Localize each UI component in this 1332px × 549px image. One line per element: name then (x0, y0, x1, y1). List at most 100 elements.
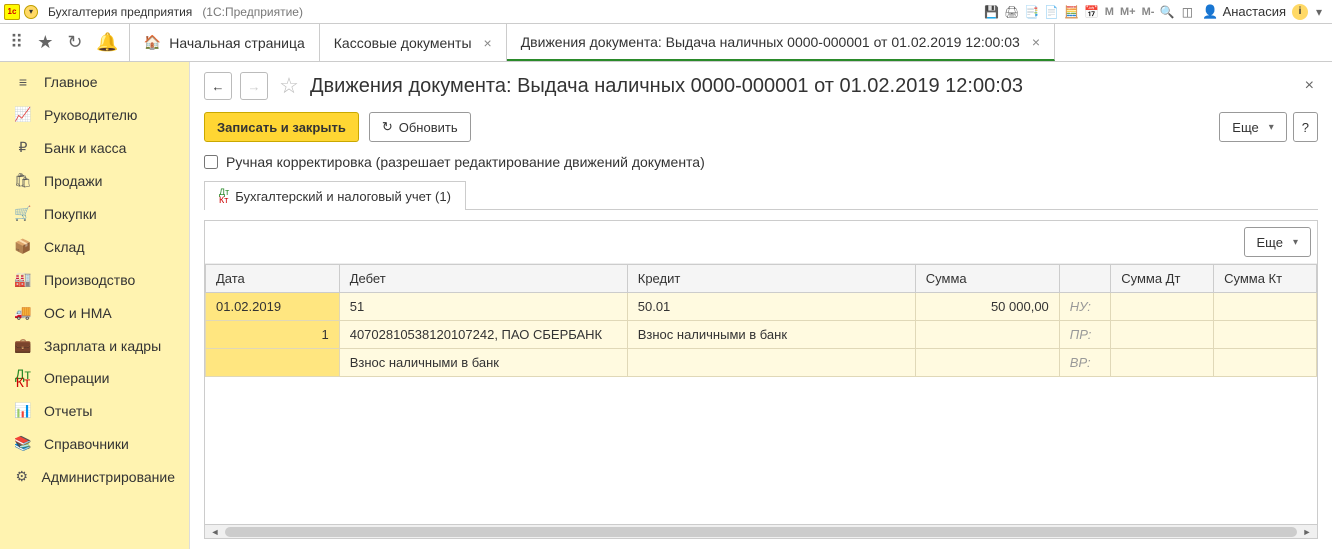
cell-label: ВР: (1059, 349, 1110, 377)
save-icon[interactable]: 💾 (983, 3, 1001, 21)
sidebar-item-operations[interactable]: ДтКтОперации (0, 362, 189, 394)
cell-label: ПР: (1059, 321, 1110, 349)
user-block[interactable]: 👤 Анастасия (1198, 4, 1290, 20)
col-sum-dt[interactable]: Сумма Дт (1111, 265, 1214, 293)
grid-more-button[interactable]: Еще (1244, 227, 1311, 257)
more-button[interactable]: Еще (1219, 112, 1286, 142)
cell-credit (627, 349, 915, 377)
document-icon[interactable]: 📄 (1043, 3, 1061, 21)
cell-sum-dt (1111, 349, 1214, 377)
apps-grid-icon[interactable]: ⠿ (10, 32, 23, 53)
cart-icon: 🛒 (14, 205, 32, 222)
sidebar-item-salary[interactable]: 💼Зарплата и кадры (0, 329, 189, 362)
sidebar: ≡Главное 📈Руководителю ₽Банк и касса 🛍Пр… (0, 62, 190, 549)
refresh-button[interactable]: ↻ Обновить (369, 112, 471, 142)
cell-debit: Взнос наличными в банк (339, 349, 627, 377)
tab-row: ⠿ ★ ↻ 🔔 🏠 Начальная страница Кассовые до… (0, 24, 1332, 62)
page-title: Движения документа: Выдача наличных 0000… (310, 75, 1023, 98)
close-page-button[interactable]: × (1301, 73, 1318, 99)
search-icon[interactable]: 🔍 (1158, 3, 1176, 21)
compare-icon[interactable]: 📑 (1023, 3, 1041, 21)
scroll-thumb[interactable] (225, 527, 1297, 537)
ruble-icon: ₽ (14, 139, 32, 156)
sidebar-item-label: Отчеты (44, 403, 92, 419)
memory-m[interactable]: M (1103, 6, 1116, 18)
table-header-row: Дата Дебет Кредит Сумма Сумма Дт Сумма К… (206, 265, 1317, 293)
manual-edit-checkbox[interactable] (204, 155, 218, 169)
forward-button[interactable]: → (240, 72, 268, 100)
user-icon: 👤 (1202, 4, 1218, 20)
star-icon[interactable]: ★ (37, 32, 53, 53)
info-icon[interactable]: i (1292, 4, 1308, 20)
dtkt-icon: ДтКт (219, 188, 229, 204)
app-menu-dropdown[interactable]: ▾ (24, 5, 38, 19)
grid-area: Еще Дата Дебет Кредит Сумма Сумма Дт Сум… (204, 220, 1318, 539)
sidebar-item-label: Администрирование (42, 469, 176, 485)
print-icon[interactable]: 🖨 (1003, 3, 1021, 21)
scroll-right-icon[interactable]: ► (1299, 525, 1315, 539)
sidebar-item-label: Покупки (44, 206, 97, 222)
cell-sum (915, 349, 1059, 377)
table-row[interactable]: 01.02.2019 51 50.01 50 000,00 НУ: (206, 293, 1317, 321)
sidebar-item-warehouse[interactable]: 📦Склад (0, 230, 189, 263)
cell-sum-kt (1214, 321, 1317, 349)
app-name: Бухгалтерия предприятия (48, 5, 192, 19)
close-icon[interactable]: × (1032, 34, 1040, 50)
col-label[interactable] (1059, 265, 1110, 293)
sidebar-item-manager[interactable]: 📈Руководителю (0, 98, 189, 131)
subtab-accounting[interactable]: ДтКт Бухгалтерский и налоговый учет (1) (204, 181, 466, 210)
calendar-icon[interactable]: 📅 (1083, 3, 1101, 21)
cell-sum-kt (1214, 349, 1317, 377)
col-debit[interactable]: Дебет (339, 265, 627, 293)
sidebar-item-label: Справочники (44, 436, 129, 452)
sidebar-item-bank[interactable]: ₽Банк и касса (0, 131, 189, 164)
sidebar-item-main[interactable]: ≡Главное (0, 66, 189, 98)
memory-m-plus[interactable]: M+ (1118, 6, 1138, 18)
col-sum-kt[interactable]: Сумма Кт (1214, 265, 1317, 293)
table-row[interactable]: Взнос наличными в банк ВР: (206, 349, 1317, 377)
cell-debit: 51 (339, 293, 627, 321)
close-icon[interactable]: × (484, 35, 492, 51)
info-dropdown[interactable]: ▾ (1310, 3, 1328, 21)
col-date[interactable]: Дата (206, 265, 340, 293)
col-sum[interactable]: Сумма (915, 265, 1059, 293)
user-name: Анастасия (1223, 4, 1286, 19)
sidebar-item-label: Руководителю (44, 107, 137, 123)
sidebar-item-catalogs[interactable]: 📚Справочники (0, 427, 189, 460)
favorite-button[interactable]: ☆ (276, 73, 302, 99)
horizontal-scrollbar[interactable]: ◄ ► (205, 524, 1317, 538)
list-icon: ≡ (14, 74, 32, 90)
sidebar-item-label: Производство (44, 272, 135, 288)
titlebar: 1c ▾ Бухгалтерия предприятия (1С:Предпри… (0, 0, 1332, 24)
tab-document-movements[interactable]: Движения документа: Выдача наличных 0000… (507, 24, 1055, 61)
cell-sum-dt (1111, 321, 1214, 349)
logo-1c-icon: 1c (4, 4, 20, 20)
calculator-icon[interactable]: 🧮 (1063, 3, 1081, 21)
cell-sum-kt (1214, 293, 1317, 321)
col-credit[interactable]: Кредит (627, 265, 915, 293)
bell-icon[interactable]: 🔔 (96, 32, 118, 53)
sidebar-item-reports[interactable]: 📊 Отчеты (0, 394, 189, 427)
help-button[interactable]: ? (1293, 112, 1318, 142)
panels-icon[interactable]: ◫ (1178, 3, 1196, 21)
reports-icon: 📊 (14, 402, 32, 419)
table-row[interactable]: 1 40702810538120107242, ПАО СБЕРБАНК Взн… (206, 321, 1317, 349)
sidebar-item-production[interactable]: 🏭Производство (0, 263, 189, 296)
sidebar-item-assets[interactable]: 🚚 ОС и НМА (0, 296, 189, 329)
memory-m-minus[interactable]: M- (1140, 6, 1157, 18)
sidebar-item-purchases[interactable]: 🛒 Покупки (0, 197, 189, 230)
tab-cash-documents[interactable]: Кассовые документы × (320, 24, 507, 61)
sidebar-item-label: ОС и НМА (44, 305, 112, 321)
save-close-button[interactable]: Записать и закрыть (204, 112, 359, 142)
manual-edit-label: Ручная корректировка (разрешает редактир… (226, 154, 705, 170)
platform-name: (1С:Предприятие) (202, 5, 303, 19)
truck-icon: 🚚 (14, 304, 32, 321)
history-icon[interactable]: ↻ (67, 32, 82, 53)
scroll-left-icon[interactable]: ◄ (207, 525, 223, 539)
tab-home[interactable]: 🏠 Начальная страница (130, 24, 320, 61)
home-icon: 🏠 (144, 34, 161, 51)
cell-credit: Взнос наличными в банк (627, 321, 915, 349)
sidebar-item-sales[interactable]: 🛍Продажи (0, 164, 189, 197)
sidebar-item-admin[interactable]: ⚙Администрирование (0, 460, 189, 493)
back-button[interactable]: ← (204, 72, 232, 100)
